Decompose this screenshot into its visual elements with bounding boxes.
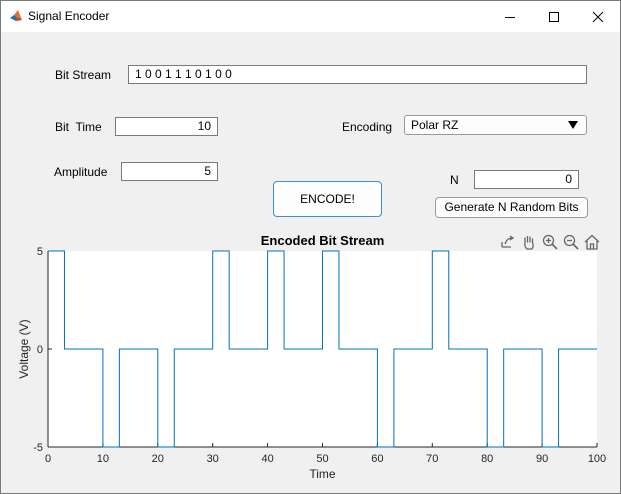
x-tick-label: 0 bbox=[45, 453, 51, 465]
close-button[interactable] bbox=[576, 1, 620, 32]
n-label: N bbox=[450, 173, 459, 187]
x-tick-label: 80 bbox=[481, 453, 493, 465]
close-icon bbox=[592, 11, 604, 22]
x-tick-label: 20 bbox=[152, 453, 164, 465]
bittime-input[interactable]: 10 bbox=[115, 117, 218, 136]
maximize-icon bbox=[549, 11, 559, 22]
encode-button[interactable]: ENCODE! bbox=[273, 181, 382, 217]
y-axis-label: Voltage (V) bbox=[17, 319, 31, 378]
encoding-label: Encoding bbox=[342, 120, 393, 134]
x-tick-label: 40 bbox=[261, 453, 273, 465]
window-title: Signal Encoder bbox=[28, 9, 110, 23]
chart-title: Encoded Bit Stream bbox=[261, 233, 385, 248]
y-tick-label: 5 bbox=[37, 246, 43, 258]
maximize-button[interactable] bbox=[532, 1, 576, 32]
title-bar: Signal Encoder bbox=[1, 1, 620, 32]
bitstream-label: Bit Stream bbox=[55, 68, 112, 82]
generate-random-bits-button[interactable]: Generate N Random Bits bbox=[435, 197, 588, 218]
x-tick-label: 30 bbox=[207, 453, 219, 465]
x-axis-label: Time bbox=[309, 467, 336, 481]
x-tick-label: 60 bbox=[371, 453, 383, 465]
x-tick-label: 90 bbox=[536, 453, 548, 465]
x-tick-label: 70 bbox=[426, 453, 438, 465]
encoding-selected-value: Polar RZ bbox=[411, 118, 459, 132]
y-tick-label: -5 bbox=[33, 442, 43, 454]
bittime-label: Bit Time bbox=[55, 120, 102, 134]
n-input[interactable]: 0 bbox=[474, 170, 579, 189]
bitstream-input[interactable]: 1 0 0 1 1 1 0 1 0 0 bbox=[128, 65, 587, 84]
encoded-bit-stream-chart: Encoded Bit Stream0 10 20 30 40 50 60 70 80 90 100… bbox=[17, 233, 606, 481]
amplitude-label: Amplitude bbox=[54, 165, 108, 179]
app-window: Signal Encoder Bit Stream 1 0 0 1 1 1 0 … bbox=[0, 0, 621, 494]
x-tick-label: 100 bbox=[588, 453, 606, 465]
x-tick-label: 10 bbox=[97, 453, 109, 465]
encoding-dropdown[interactable]: Polar RZ bbox=[404, 115, 587, 135]
amplitude-input[interactable]: 5 bbox=[121, 162, 218, 181]
y-tick-label: 0 bbox=[37, 344, 43, 356]
triangle-down-icon bbox=[568, 121, 578, 129]
minimize-button[interactable] bbox=[488, 1, 532, 32]
minimize-icon bbox=[505, 16, 515, 18]
x-tick-label: 50 bbox=[316, 453, 328, 465]
matlab-icon bbox=[9, 9, 23, 23]
